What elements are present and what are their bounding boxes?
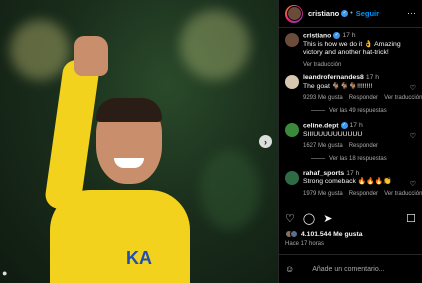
post-actions: ♡ ◯ ➤ ☐ (285, 212, 416, 225)
likes-summary[interactable]: 4.101.544 Me gusta (285, 230, 363, 238)
commenter-avatar[interactable] (285, 75, 299, 90)
list-item: rahaf_sports 17 h Strong comeback 🔥🔥🔥👏 19… (285, 169, 422, 199)
emoji-icon[interactable]: ☺ (285, 264, 294, 274)
caption-text: This is how we do it 👌 Amazing victory a… (303, 40, 401, 57)
verified-icon: ✓ (333, 32, 341, 39)
reply-button[interactable]: Responder (349, 142, 378, 151)
comment-time: 17 h (349, 122, 363, 130)
author-username[interactable]: cristiano (308, 9, 339, 18)
heart-icon[interactable]: ♡ (410, 180, 416, 188)
post-header: cristiano ✓ • Seguir ⋯ (279, 0, 422, 28)
post-time-ago: Hace 17 horas (285, 241, 325, 247)
background-bokeh (10, 20, 70, 80)
share-send-icon[interactable]: ➤ (323, 212, 332, 225)
background-bokeh (200, 150, 260, 230)
commenter-username[interactable]: rahaf_sports (303, 170, 344, 177)
reply-button[interactable]: Responder (349, 94, 378, 103)
comments-list: cristiano ✓ 17 h This is how we do it 👌 Am… (279, 28, 422, 210)
post-photo[interactable]: KA ● › (0, 0, 278, 283)
post-side-panel: cristiano ✓ • Seguir ⋯ cristiano ✓ 17 h Th… (278, 0, 422, 283)
player-fist (74, 36, 108, 76)
comment-likes[interactable]: 9293 Me gusta (303, 94, 343, 103)
author-avatar-small[interactable] (285, 33, 299, 47)
likes-count[interactable]: 4.101.544 Me gusta (301, 231, 363, 238)
comment-text: SIIIUUUUUUUUUU (303, 130, 363, 138)
caption-username[interactable]: cristiano (303, 32, 331, 39)
list-item: leandrofernandes8 17 h The goat 🐐🐐🐐!!!!!!… (285, 74, 422, 103)
background-bokeh (180, 10, 250, 80)
commenter-avatar[interactable] (285, 170, 299, 185)
comment-time: 17 h (365, 74, 380, 82)
comment-likes[interactable]: 1627 Me gusta (303, 142, 343, 151)
verified-icon: ✓ (340, 121, 348, 129)
author-avatar[interactable] (285, 4, 303, 23)
view-replies[interactable]: Ver las 49 respuestas (311, 108, 416, 114)
comment-time: 17 h (346, 169, 360, 177)
translate-link[interactable]: Ver traducción (303, 61, 341, 70)
translate-link[interactable]: Ver traducción (384, 190, 422, 199)
reply-button[interactable]: Responder (349, 190, 378, 199)
follow-button[interactable]: Seguir (356, 9, 379, 18)
commenter-avatar[interactable] (285, 122, 299, 137)
translate-link[interactable]: Ver traducción (384, 94, 422, 103)
instagram-post-view: KA ● › cristiano ✓ • Seguir ⋯ cristiano ✓… (0, 0, 422, 283)
verified-icon: ✓ (341, 10, 349, 17)
commenter-username[interactable]: leandrofernandes8 (303, 74, 364, 81)
list-item: celine.dept ✓ 17 h SIIIUUUUUUUUUU 1627 Me … (285, 121, 416, 151)
view-replies[interactable]: Ver las 18 respuestas (311, 156, 416, 162)
add-comment-bar: ☺ Añade un comentario... (279, 254, 422, 283)
user-tag-icon[interactable]: ● (2, 268, 7, 278)
comment-text: The goat 🐐🐐🐐!!!!!!!! (303, 82, 373, 90)
like-heart-icon[interactable]: ♡ (285, 212, 295, 225)
caption-time: 17 h (342, 32, 356, 40)
heart-icon[interactable]: ♡ (410, 84, 416, 92)
jersey-text: KA (126, 248, 152, 268)
ellipsis-icon[interactable]: ⋯ (407, 8, 416, 19)
player-arm (43, 58, 101, 212)
commenter-username[interactable]: celine.dept (303, 122, 339, 129)
caption: cristiano ✓ 17 h This is how we do it 👌 Am… (285, 32, 416, 69)
comment-text: Strong comeback 🔥🔥🔥👏 (303, 178, 392, 186)
comment-likes[interactable]: 1979 Me gusta (303, 190, 343, 199)
comment-input[interactable]: Añade un comentario... (312, 266, 384, 273)
player-hair (96, 98, 162, 122)
next-slide-button[interactable]: › (259, 135, 272, 148)
bookmark-icon[interactable]: ☐ (406, 212, 416, 225)
separator-dot: • (350, 10, 353, 17)
player-jersey (50, 190, 190, 283)
liker-avatar (290, 230, 298, 238)
heart-icon[interactable]: ♡ (410, 132, 416, 140)
comment-bubble-icon[interactable]: ◯ (303, 212, 315, 225)
